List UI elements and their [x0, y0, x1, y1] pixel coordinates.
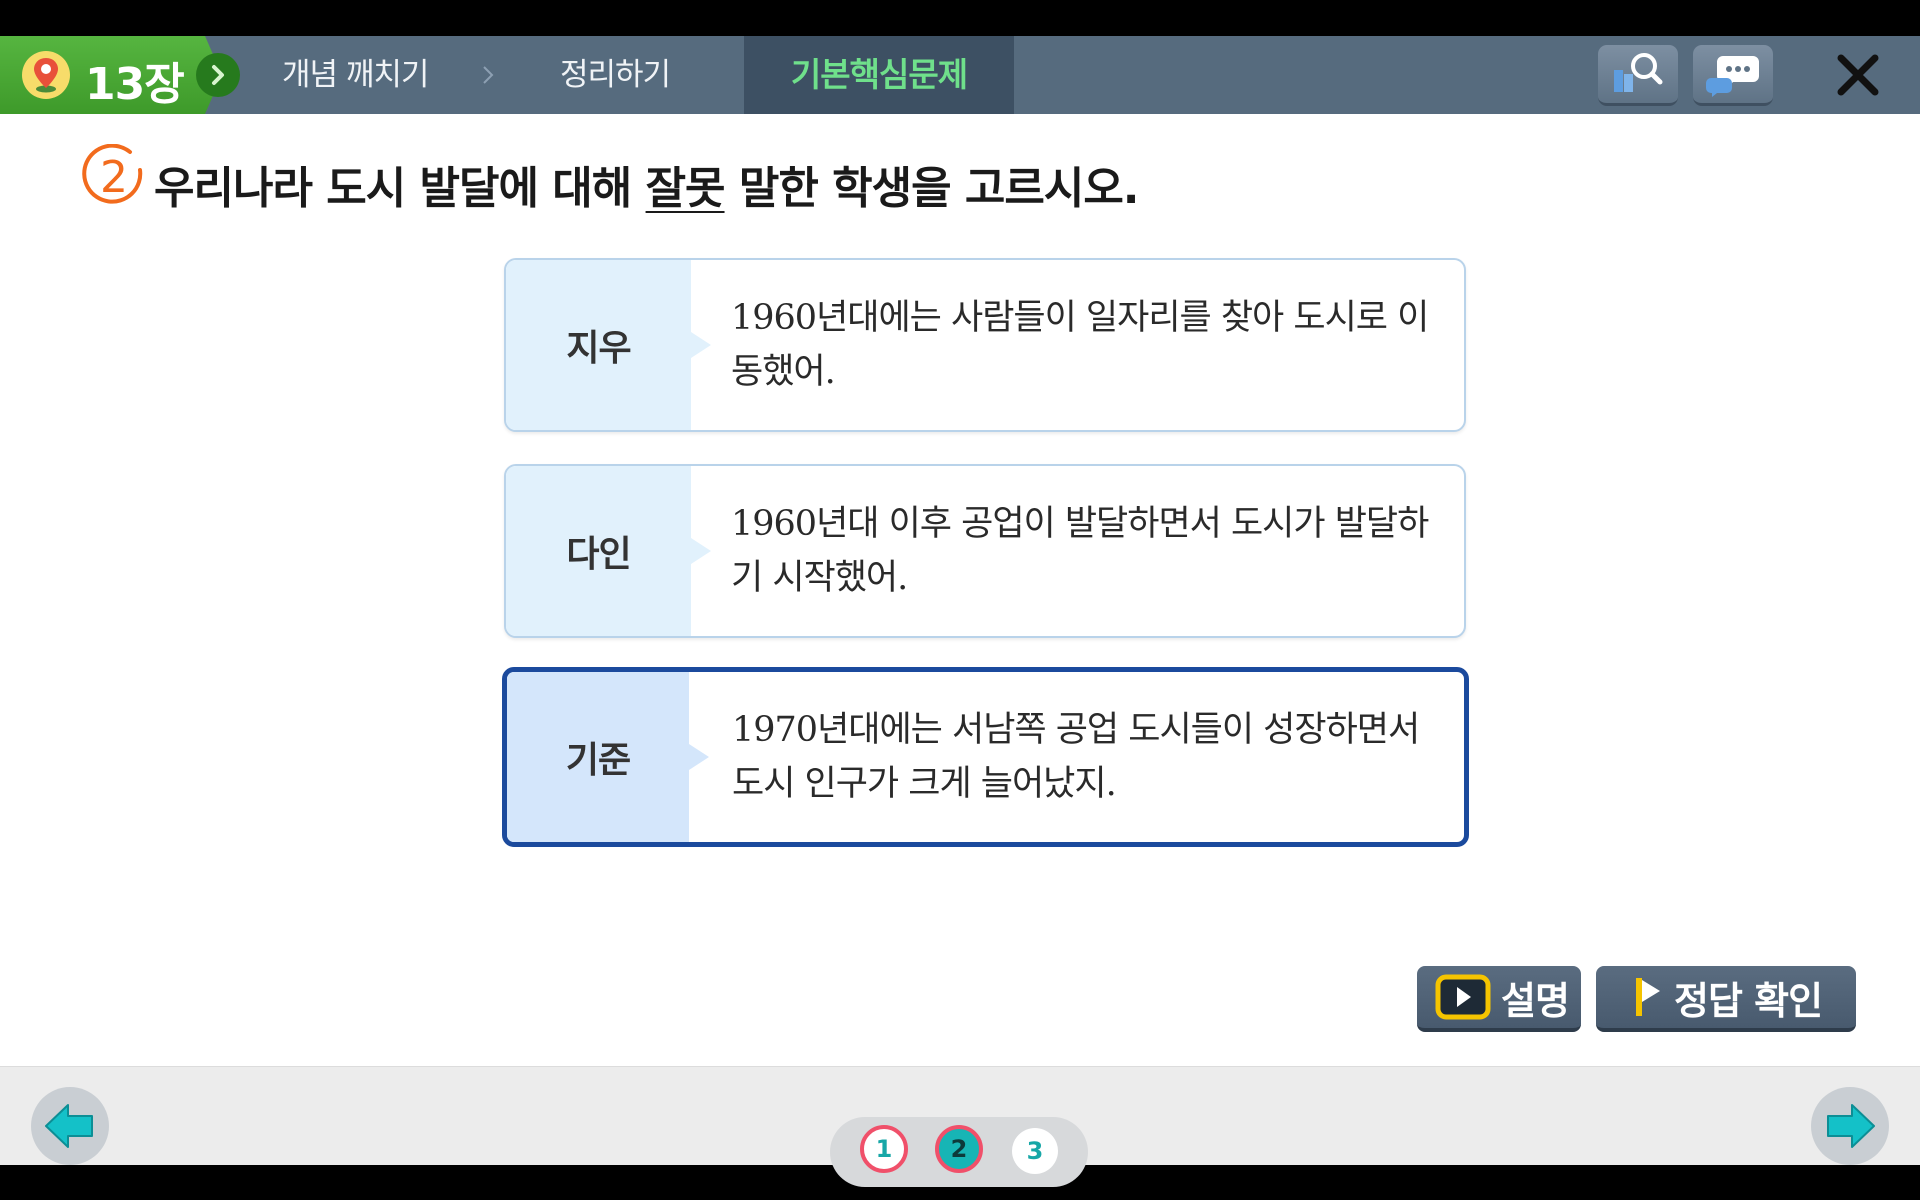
top-nav-bar: 13장 개념 깨치기 정리하기 기본핵심문제: [0, 36, 1920, 114]
chevron-right-icon[interactable]: [196, 53, 240, 97]
explain-button[interactable]: 설명: [1417, 966, 1581, 1032]
page-dot-1[interactable]: 1: [860, 1125, 908, 1173]
play-icon: [1435, 974, 1491, 1020]
chapter-label: 13장: [85, 59, 185, 110]
explain-label: 설명: [1501, 978, 1570, 1023]
question-text-before: 우리나라 도시 발달에 대해: [154, 163, 646, 214]
page-dot-3[interactable]: 3: [1012, 1128, 1058, 1174]
choice-notch: [689, 744, 709, 770]
choice-statement: 1960년대 이후 공업이 발달하면서 도시가 발달하기 시작했어.: [731, 504, 1429, 598]
choice-notch: [691, 538, 711, 564]
choice-card-dain[interactable]: 다인 1960년대 이후 공업이 발달하면서 도시가 발달하기 시작했어.: [504, 464, 1466, 638]
page-indicator: 1 2 3: [830, 1117, 1088, 1187]
check-answer-label: 정답 확인: [1674, 978, 1823, 1023]
chat-bubble-icon: [1706, 56, 1759, 97]
breadcrumb-concept[interactable]: 개념 깨치기: [282, 36, 429, 114]
choice-student-name: 지우: [506, 260, 691, 430]
choice-card-gijun[interactable]: 기준 1970년대에는 서남쪽 공업 도시들이 성장하면서 도시 인구가 크게 …: [502, 667, 1469, 847]
choice-student-name: 기준: [507, 672, 689, 842]
question-number-badge: 2: [80, 144, 146, 210]
prev-page-button[interactable]: [31, 1087, 109, 1165]
breadcrumb-summary[interactable]: 정리하기: [560, 36, 671, 114]
question-text-after: 말한 학생을 고르시오.: [724, 163, 1140, 214]
next-page-button[interactable]: [1811, 1087, 1889, 1165]
tab-core-problems[interactable]: 기본핵심문제: [744, 36, 1014, 114]
choice-card-jiu[interactable]: 지우 1960년대에는 사람들이 일자리를 찾아 도시로 이동했어.: [504, 258, 1466, 432]
bottom-nav-bar: 1 2 3: [0, 1066, 1920, 1187]
arrow-left-icon: [45, 1104, 93, 1148]
book-search-button[interactable]: [1598, 45, 1678, 106]
check-answer-button[interactable]: 정답 확인: [1596, 966, 1856, 1032]
question-text-underlined: 잘못: [645, 163, 726, 214]
close-button[interactable]: [1830, 50, 1886, 100]
map-pin-icon: [22, 51, 70, 99]
question-number: 2: [100, 152, 128, 203]
choice-statement: 1970년대에는 서남쪽 공업 도시들이 성장하면서 도시 인구가 크게 늘어났…: [732, 710, 1420, 804]
flag-icon: [1636, 978, 1660, 1016]
question-text: 우리나라 도시 발달에 대해 잘못 말한 학생을 고르시오.: [154, 152, 1140, 216]
page-dot-2-current[interactable]: 2: [935, 1125, 983, 1173]
choice-student-name: 다인: [506, 466, 691, 636]
close-icon: [1837, 54, 1879, 96]
book-search-icon: [1614, 53, 1663, 92]
app-window: 13장 개념 깨치기 정리하기 기본핵심문제 2 우리나라 도시 발달에 대해 …: [0, 36, 1920, 1187]
chat-button[interactable]: [1693, 45, 1773, 106]
choice-statement: 1960년대에는 사람들이 일자리를 찾아 도시로 이동했어.: [731, 298, 1429, 392]
chapter-badge[interactable]: 13장: [0, 36, 222, 114]
arrow-right-icon: [1827, 1104, 1875, 1148]
choice-notch: [691, 332, 711, 358]
chevron-right-icon: [480, 63, 496, 91]
